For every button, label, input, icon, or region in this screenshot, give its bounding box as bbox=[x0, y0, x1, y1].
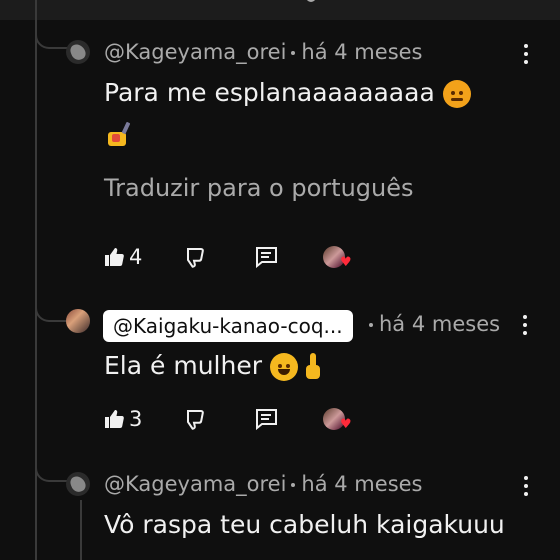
thread-branch bbox=[35, 25, 67, 49]
creator-heart[interactable]: ♥ bbox=[323, 404, 352, 434]
like-button[interactable]: 4 bbox=[103, 242, 142, 272]
comment-actions: 3 ♥ bbox=[0, 404, 560, 434]
more-vert-icon[interactable] bbox=[523, 476, 529, 496]
more-vert-icon[interactable] bbox=[523, 44, 529, 64]
thread-line-nested bbox=[80, 500, 82, 560]
comment-text: Para me esplanaaaaaaaaa bbox=[104, 78, 471, 108]
author-name[interactable]: @Kageyama_orei bbox=[104, 40, 286, 64]
thread-branch bbox=[35, 458, 67, 482]
like-count: 3 bbox=[129, 407, 143, 431]
chevron-icon bbox=[306, 0, 316, 2]
nail-polish-emoji bbox=[108, 122, 131, 146]
top-bar bbox=[0, 0, 560, 20]
dislike-button[interactable] bbox=[184, 242, 206, 272]
like-button[interactable]: 3 bbox=[103, 404, 142, 434]
reply-button[interactable] bbox=[254, 242, 278, 272]
comment-text: Ela é mulher bbox=[104, 351, 322, 381]
like-icon bbox=[105, 248, 124, 266]
angry-face-emoji bbox=[442, 80, 471, 108]
timestamp[interactable]: há 4 meses bbox=[379, 312, 500, 336]
avatar[interactable] bbox=[66, 309, 90, 333]
more-vert-icon[interactable] bbox=[522, 315, 528, 335]
creator-heart[interactable]: ♥ bbox=[323, 242, 352, 272]
comment-actions: 4 ♥ bbox=[0, 242, 560, 272]
avatar[interactable] bbox=[66, 472, 90, 496]
avatar[interactable] bbox=[66, 40, 90, 64]
like-count: 4 bbox=[129, 245, 143, 269]
timestamp[interactable]: há 4 meses bbox=[301, 40, 422, 64]
dislike-icon bbox=[187, 248, 204, 268]
reply-icon bbox=[256, 409, 277, 430]
reply-button[interactable] bbox=[254, 404, 278, 434]
timestamp[interactable]: há 4 meses bbox=[301, 472, 422, 496]
comment-meta: @Kageyama_orei há 4 meses bbox=[104, 472, 423, 496]
grinning-face-emoji bbox=[269, 353, 298, 381]
like-icon bbox=[105, 410, 124, 428]
mention-chip[interactable]: @Kaigaku-kanao-coq... bbox=[103, 310, 353, 342]
reply-icon bbox=[256, 247, 277, 268]
dislike-icon bbox=[187, 410, 204, 430]
thread-branch bbox=[35, 298, 67, 322]
creator-heart-icon: ♥ bbox=[340, 255, 352, 270]
comment-meta: @Kageyama_orei há 4 meses bbox=[104, 40, 423, 64]
comment-meta: há 4 meses bbox=[369, 312, 500, 336]
comment-text: Vô raspa teu cabeluh kaigakuuu bbox=[104, 510, 505, 539]
dislike-button[interactable] bbox=[184, 404, 206, 434]
creator-heart-icon: ♥ bbox=[340, 417, 352, 432]
author-name[interactable]: @Kageyama_orei bbox=[104, 472, 286, 496]
index-pointing-up-emoji bbox=[304, 353, 322, 381]
translate-link[interactable]: Traduzir para o português bbox=[104, 174, 414, 202]
